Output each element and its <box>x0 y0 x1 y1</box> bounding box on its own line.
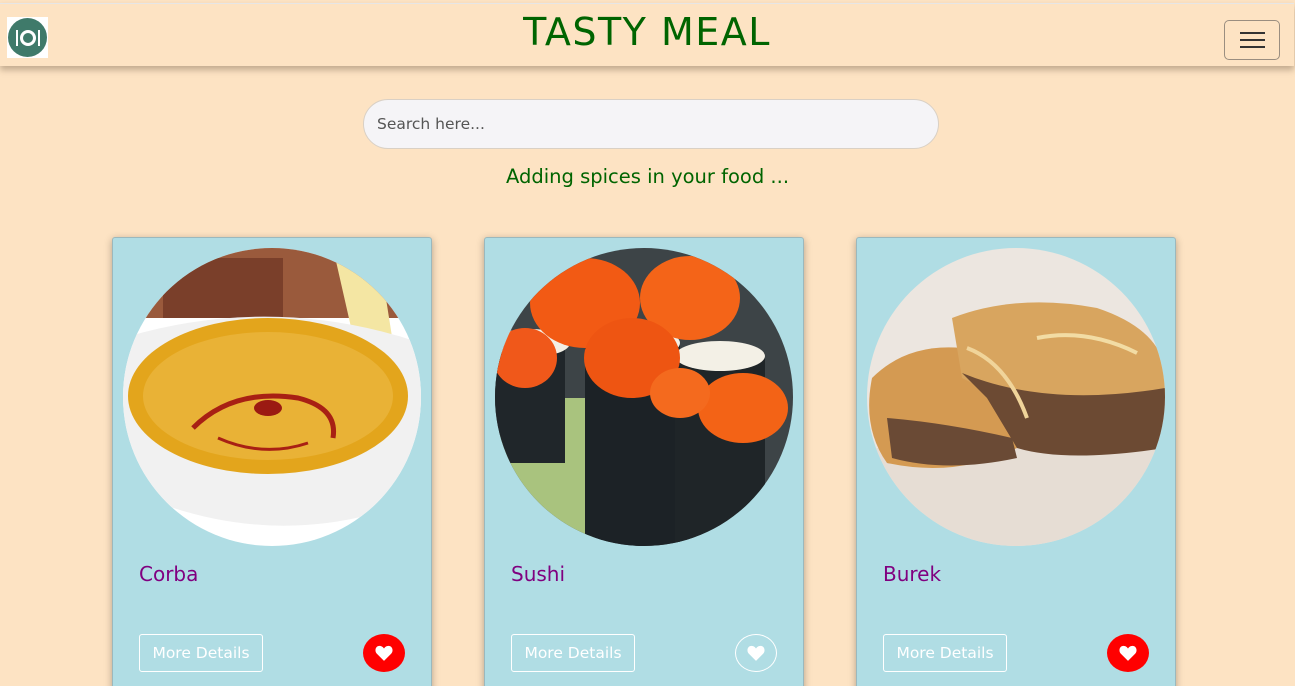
tagline: Adding spices in your food ... <box>505 165 790 188</box>
navbar: TASTY MEAL <box>0 3 1294 66</box>
page: TASTY MEAL Adding spices in your food ..… <box>0 0 1295 686</box>
meal-card: Corba More Details <box>112 237 432 686</box>
heart-icon <box>375 645 393 661</box>
heart-icon <box>747 645 765 661</box>
heart-icon <box>1119 645 1137 661</box>
search-input[interactable] <box>363 99 939 149</box>
more-details-button[interactable]: More Details <box>883 634 1007 672</box>
favorite-button[interactable] <box>1107 634 1149 672</box>
meal-image-burek <box>867 248 1165 546</box>
card-title: Burek <box>883 562 942 586</box>
card-title: Corba <box>139 562 199 586</box>
brand-title[interactable]: TASTY MEAL <box>0 10 1294 54</box>
meal-image-sushi <box>495 248 793 546</box>
card-title: Sushi <box>511 562 566 586</box>
more-details-button[interactable]: More Details <box>511 634 635 672</box>
favorite-button[interactable] <box>735 634 777 672</box>
meal-image-corba <box>123 248 421 546</box>
more-details-button[interactable]: More Details <box>139 634 263 672</box>
meal-card: Sushi More Details <box>484 237 804 686</box>
meal-card: Burek More Details <box>856 237 1176 686</box>
hamburger-menu-icon[interactable] <box>1224 20 1280 60</box>
favorite-button[interactable] <box>363 634 405 672</box>
